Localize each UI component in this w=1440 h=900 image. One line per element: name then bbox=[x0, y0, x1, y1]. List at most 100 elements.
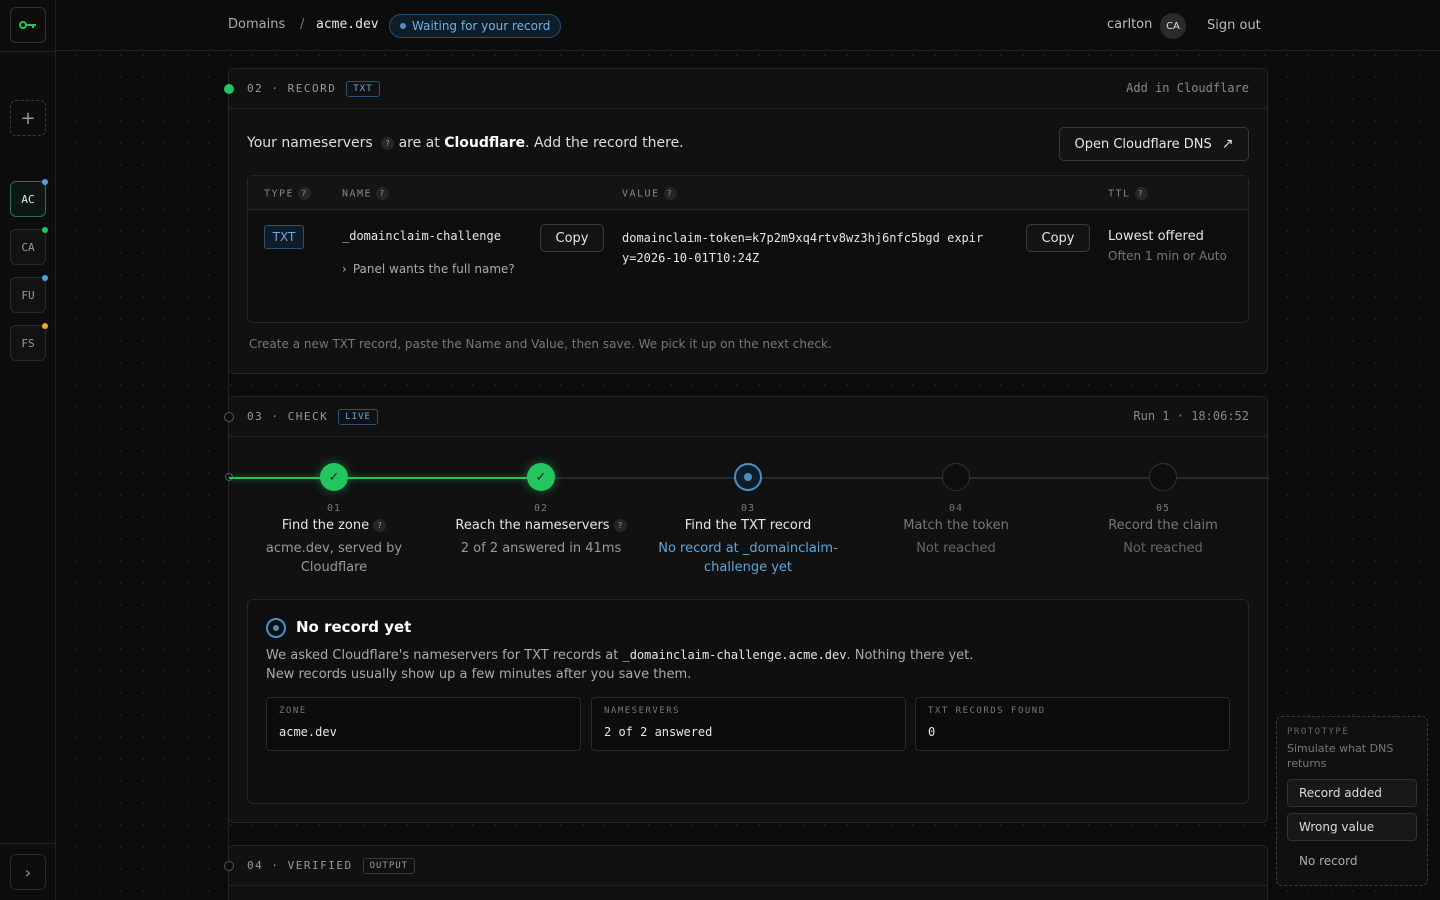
live-tag: LIVE bbox=[338, 408, 378, 425]
check-step: ✓ 02 Reach the nameservers? 2 of 2 answe… bbox=[441, 463, 641, 558]
check-card: 03 · CHECK LIVE Run 1 · 18:06:52 ✓ 01 Fi… bbox=[224, 396, 1269, 823]
check-step: 04 Match the token Not reached bbox=[856, 463, 1056, 558]
metric-value: acme.dev bbox=[279, 725, 337, 739]
check-step: 03 Find the TXT record No record at _dom… bbox=[648, 463, 848, 577]
record-intro: Your nameservers ? are at Cloudflare. Ad… bbox=[247, 135, 684, 151]
metric-txt-records: TXT RECORDS FOUND 0 bbox=[915, 697, 1230, 751]
step-title: Record the claim bbox=[1108, 518, 1218, 533]
in-progress-icon bbox=[734, 463, 762, 491]
button-label: Open Cloudflare DNS bbox=[1074, 136, 1212, 152]
step-subtitle: Not reached bbox=[1123, 541, 1203, 556]
account-label: FU bbox=[21, 288, 35, 302]
column-ttl: TTL? bbox=[1108, 187, 1148, 200]
simulate-wrong-value-button[interactable]: Wrong value bbox=[1287, 813, 1417, 841]
help-icon[interactable]: ? bbox=[373, 519, 387, 532]
result-text: We asked Cloudflare's nameservers for TX… bbox=[266, 648, 623, 663]
ttl-cell: Lowest offered Often 1 min or Auto bbox=[1108, 229, 1227, 263]
sign-out-link[interactable]: Sign out bbox=[1207, 18, 1261, 33]
record-value-line: domainclaim-token=k7p2m9xq4rtv8wz3hj6nfc… bbox=[622, 231, 984, 245]
intro-provider: Cloudflare bbox=[444, 135, 526, 151]
button-label: Copy bbox=[555, 230, 589, 246]
step-title: Find the TXT record bbox=[684, 518, 812, 533]
external-link-icon: ↗ bbox=[1221, 136, 1234, 152]
simulate-no-record-button[interactable]: No record bbox=[1287, 847, 1417, 875]
step-number: 02 bbox=[533, 503, 549, 514]
prototype-label: PROTOTYPE bbox=[1287, 727, 1350, 737]
rail-divider bbox=[0, 843, 56, 844]
step-number: 01 bbox=[326, 503, 342, 514]
step-number: 05 bbox=[1155, 503, 1171, 514]
verified-card: 04 · VERIFIED OUTPUT bbox=[224, 845, 1268, 900]
record-value: domainclaim-token=k7p2m9xq4rtv8wz3hj6nfc… bbox=[622, 228, 983, 268]
check-step: ✓ 01 Find the zone? acme.dev, served by … bbox=[234, 463, 434, 577]
help-icon[interactable]: ? bbox=[376, 187, 390, 200]
result-title: No record yet bbox=[296, 618, 412, 636]
status-dot bbox=[42, 275, 48, 281]
step-number: 03 bbox=[740, 503, 756, 514]
check-card-header: 03 · CHECK LIVE Run 1 · 18:06:52 bbox=[229, 397, 1267, 437]
simulate-record-added-button[interactable]: Record added bbox=[1287, 779, 1417, 807]
ttl-hint: Often 1 min or Auto bbox=[1108, 249, 1227, 263]
result-text: . Nothing there yet. bbox=[846, 648, 974, 663]
column-value: VALUE? bbox=[622, 187, 677, 200]
help-icon[interactable]: ? bbox=[1134, 187, 1148, 200]
step-title: Reach the nameservers? bbox=[441, 518, 641, 533]
intro-mid: are at bbox=[398, 135, 440, 151]
record-name: _domainclaim-challenge bbox=[342, 229, 501, 243]
step-subtitle: Not reached bbox=[916, 541, 996, 556]
metric-key: TXT RECORDS FOUND bbox=[928, 706, 1046, 716]
intro-suffix: . Add the record there. bbox=[525, 135, 684, 151]
check-icon: ✓ bbox=[320, 463, 348, 491]
step-title: Match the token bbox=[903, 518, 1009, 533]
prototype-description: Simulate what DNS returns bbox=[1287, 742, 1394, 770]
record-table-header: TYPE? NAME? VALUE? TTL? bbox=[248, 176, 1248, 210]
result-description: We asked Cloudflare's nameservers for TX… bbox=[266, 646, 1226, 684]
expand-rail-button[interactable]: › bbox=[10, 854, 46, 890]
record-type-badge: TXT bbox=[264, 225, 304, 249]
copy-name-button[interactable]: Copy bbox=[540, 224, 604, 252]
metric-nameservers: NAMESERVERS 2 of 2 answered bbox=[591, 697, 906, 751]
column-type: TYPE? bbox=[264, 187, 312, 200]
status-text: Waiting for your record bbox=[412, 19, 551, 33]
metric-key: NAMESERVERS bbox=[604, 706, 681, 716]
open-cloudflare-dns-button[interactable]: Open Cloudflare DNS ↗ bbox=[1059, 127, 1249, 161]
copy-value-button[interactable]: Copy bbox=[1026, 224, 1090, 252]
rail-divider bbox=[0, 51, 56, 52]
pending-icon bbox=[1149, 463, 1177, 491]
breadcrumb-domains[interactable]: Domains bbox=[228, 17, 285, 32]
account-fu[interactable]: FU bbox=[10, 275, 48, 313]
step-subtitle: acme.dev, served by Cloudflare bbox=[265, 541, 403, 575]
help-icon[interactable]: ? bbox=[381, 136, 395, 150]
status-dot bbox=[42, 323, 48, 329]
step-number: 04 bbox=[948, 503, 964, 514]
record-table: TYPE? NAME? VALUE? TTL? TXT _domainclaim… bbox=[247, 175, 1249, 323]
result-text: New records usually show up a few minute… bbox=[266, 667, 692, 682]
add-domain-button[interactable]: + bbox=[10, 100, 46, 136]
account-fs[interactable]: FS bbox=[10, 323, 48, 361]
name-hint-toggle[interactable]: › Panel wants the full name? bbox=[342, 262, 515, 276]
avatar[interactable]: CA bbox=[1160, 13, 1186, 39]
app-logo[interactable] bbox=[10, 7, 46, 43]
help-icon[interactable]: ? bbox=[613, 519, 627, 532]
step-title: Find the zone? bbox=[234, 518, 434, 533]
pending-icon bbox=[942, 463, 970, 491]
account-label: FS bbox=[21, 336, 35, 350]
status-dot bbox=[42, 227, 48, 233]
record-footnote: Create a new TXT record, paste the Name … bbox=[249, 337, 832, 351]
check-result-panel: No record yet We asked Cloudflare's name… bbox=[247, 599, 1249, 804]
record-value-line: y=2026-10-01T10:24Z bbox=[622, 251, 760, 265]
help-icon[interactable]: ? bbox=[663, 187, 677, 200]
check-icon: ✓ bbox=[527, 463, 555, 491]
prototype-panel: PROTOTYPE Simulate what DNS returns Reco… bbox=[1276, 716, 1428, 886]
step-subtitle: 2 of 2 answered in 41ms bbox=[460, 541, 622, 556]
check-step: 05 Record the claim Not reached bbox=[1063, 463, 1263, 558]
help-icon[interactable]: ? bbox=[298, 187, 312, 200]
account-ca[interactable]: CA bbox=[10, 227, 48, 265]
button-label: Copy bbox=[1041, 230, 1075, 246]
name-hint-text: Panel wants the full name? bbox=[352, 262, 515, 276]
account-label: CA bbox=[21, 240, 35, 254]
top-bar: Domains / acme.dev Waiting for your reco… bbox=[56, 0, 1440, 51]
account-ac[interactable]: AC bbox=[10, 179, 48, 217]
breadcrumb-separator: / bbox=[300, 17, 305, 32]
metric-value: 2 of 2 answered bbox=[604, 725, 713, 739]
